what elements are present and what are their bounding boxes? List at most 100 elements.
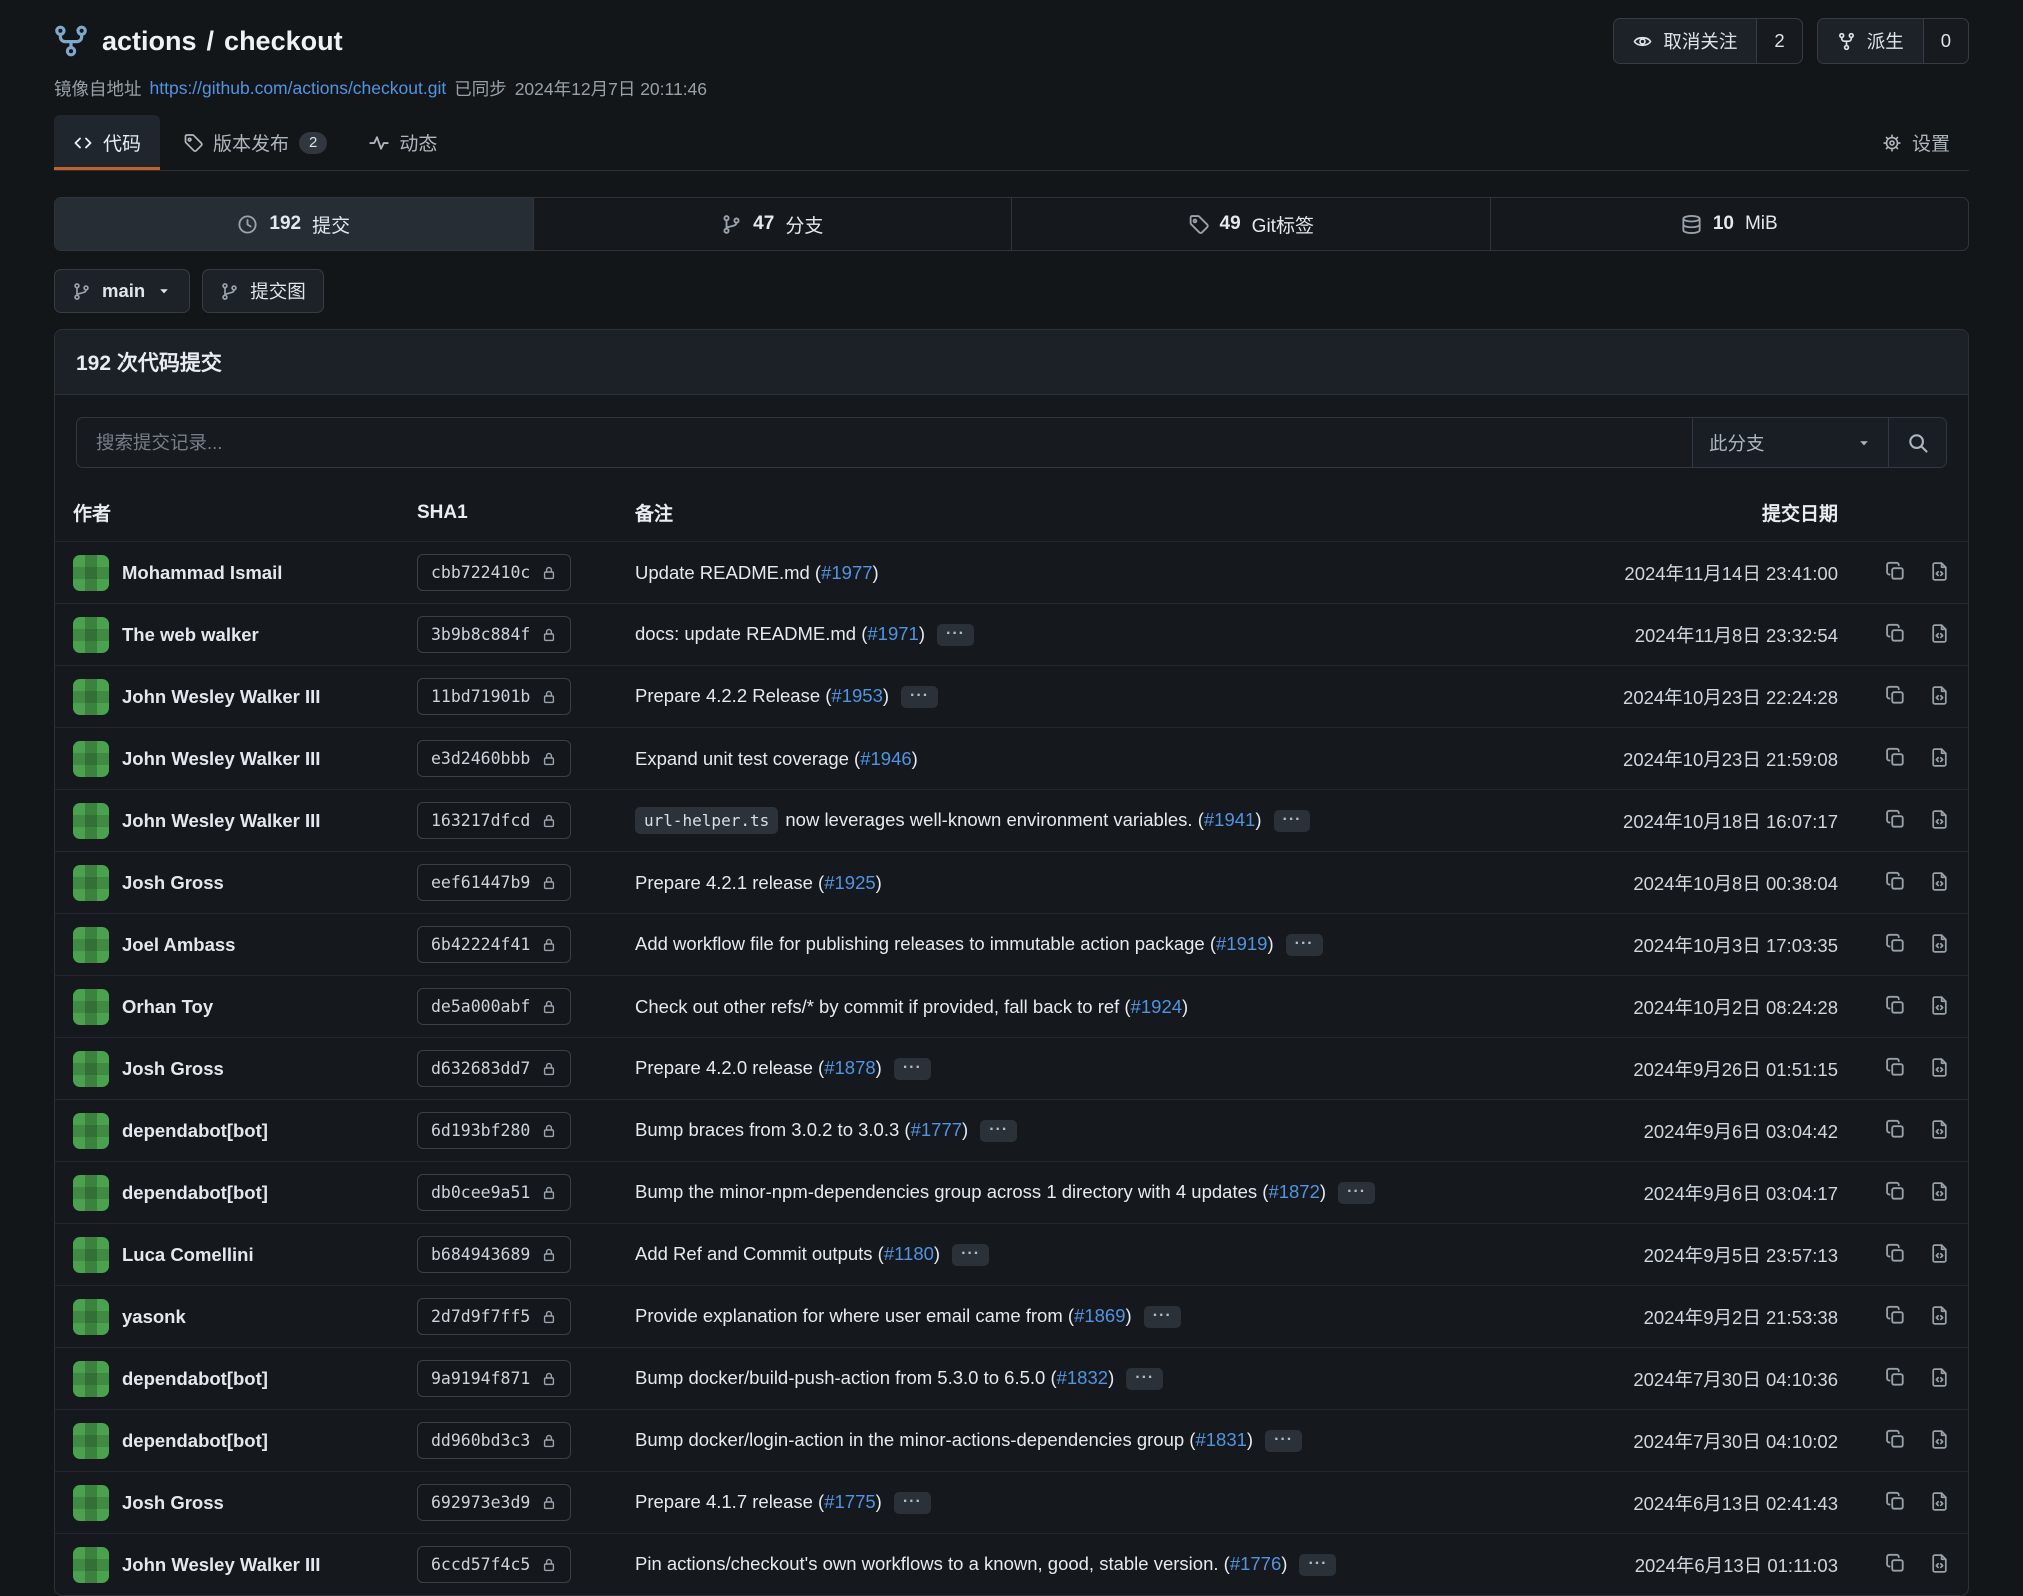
author-avatar[interactable] <box>73 1423 109 1459</box>
expand-commit-body-button[interactable]: ··· <box>952 1244 989 1267</box>
copy-sha-button[interactable] <box>1885 995 1906 1019</box>
expand-commit-body-button[interactable]: ··· <box>901 686 938 709</box>
pr-link[interactable]: #1924 <box>1131 996 1182 1017</box>
tab-activity[interactable]: 动态 <box>350 115 456 170</box>
view-source-button[interactable] <box>1929 685 1950 709</box>
view-source-button[interactable] <box>1929 1057 1950 1081</box>
view-source-button[interactable] <box>1929 1119 1950 1143</box>
branch-selector[interactable]: main <box>54 269 190 313</box>
sha-badge[interactable]: 6ccd57f4c5 <box>417 1546 571 1583</box>
commit-author-name[interactable]: dependabot[bot] <box>122 1430 268 1452</box>
commit-author-name[interactable]: Luca Comellini <box>122 1244 254 1266</box>
commit-author-name[interactable]: Joel Ambass <box>122 934 235 956</box>
tab-releases[interactable]: 版本发布 2 <box>164 115 346 170</box>
copy-sha-button[interactable] <box>1885 1429 1906 1453</box>
forks-count[interactable]: 0 <box>1923 19 1968 63</box>
author-avatar[interactable] <box>73 989 109 1025</box>
pr-link[interactable]: #1878 <box>824 1057 875 1078</box>
copy-sha-button[interactable] <box>1885 933 1906 957</box>
copy-sha-button[interactable] <box>1885 1057 1906 1081</box>
author-avatar[interactable] <box>73 1051 109 1087</box>
commit-author-name[interactable]: John Wesley Walker III <box>122 748 320 770</box>
sha-badge[interactable]: 6d193bf280 <box>417 1112 571 1149</box>
pr-link[interactable]: #1872 <box>1268 1181 1319 1202</box>
stat-size[interactable]: 10 MiB <box>1490 198 1969 250</box>
author-avatar[interactable] <box>73 1547 109 1583</box>
expand-commit-body-button[interactable]: ··· <box>1265 1430 1302 1453</box>
view-source-button[interactable] <box>1929 1243 1950 1267</box>
author-avatar[interactable] <box>73 1113 109 1149</box>
copy-sha-button[interactable] <box>1885 623 1906 647</box>
copy-sha-button[interactable] <box>1885 1181 1906 1205</box>
search-button[interactable] <box>1888 418 1946 467</box>
author-avatar[interactable] <box>73 927 109 963</box>
commit-author-name[interactable]: The web walker <box>122 624 259 646</box>
expand-commit-body-button[interactable]: ··· <box>1274 810 1311 833</box>
commit-author-name[interactable]: dependabot[bot] <box>122 1120 268 1142</box>
commit-author-name[interactable]: dependabot[bot] <box>122 1182 268 1204</box>
sha-badge[interactable]: 692973e3d9 <box>417 1484 571 1521</box>
watchers-count[interactable]: 2 <box>1756 19 1801 63</box>
author-avatar[interactable] <box>73 1299 109 1335</box>
commit-author-name[interactable]: dependabot[bot] <box>122 1368 268 1390</box>
copy-sha-button[interactable] <box>1885 685 1906 709</box>
view-source-button[interactable] <box>1929 809 1950 833</box>
copy-sha-button[interactable] <box>1885 1367 1906 1391</box>
pr-link[interactable]: #1953 <box>831 685 882 706</box>
copy-sha-button[interactable] <box>1885 1305 1906 1329</box>
repo-name-link[interactable]: checkout <box>224 26 343 57</box>
view-source-button[interactable] <box>1929 1491 1950 1515</box>
view-source-button[interactable] <box>1929 1429 1950 1453</box>
sha-badge[interactable]: cbb722410c <box>417 554 571 591</box>
copy-sha-button[interactable] <box>1885 1243 1906 1267</box>
mirror-url-link[interactable]: https://github.com/actions/checkout.git <box>150 78 447 99</box>
author-avatar[interactable] <box>73 1237 109 1273</box>
sha-badge[interactable]: e3d2460bbb <box>417 740 571 777</box>
pr-link[interactable]: #1946 <box>860 748 911 769</box>
commit-author-name[interactable]: John Wesley Walker III <box>122 1554 320 1576</box>
author-avatar[interactable] <box>73 865 109 901</box>
sha-badge[interactable]: b684943689 <box>417 1236 571 1273</box>
view-source-button[interactable] <box>1929 995 1950 1019</box>
copy-sha-button[interactable] <box>1885 1553 1906 1577</box>
tab-settings[interactable]: 设置 <box>1863 115 1969 170</box>
author-avatar[interactable] <box>73 617 109 653</box>
pr-link[interactable]: #1971 <box>867 623 918 644</box>
copy-sha-button[interactable] <box>1885 747 1906 771</box>
commit-search-input[interactable] <box>77 418 1692 467</box>
copy-sha-button[interactable] <box>1885 871 1906 895</box>
pr-link[interactable]: #1775 <box>824 1491 875 1512</box>
commit-author-name[interactable]: John Wesley Walker III <box>122 810 320 832</box>
tab-code[interactable]: 代码 <box>54 115 160 170</box>
copy-sha-button[interactable] <box>1885 561 1906 585</box>
expand-commit-body-button[interactable]: ··· <box>980 1120 1017 1143</box>
copy-sha-button[interactable] <box>1885 1491 1906 1515</box>
expand-commit-body-button[interactable]: ··· <box>1144 1306 1181 1329</box>
sha-badge[interactable]: 163217dfcd <box>417 802 571 839</box>
view-source-button[interactable] <box>1929 747 1950 771</box>
author-avatar[interactable] <box>73 555 109 591</box>
sha-badge[interactable]: d632683dd7 <box>417 1050 571 1087</box>
branch-filter-dropdown[interactable]: 此分支 <box>1692 418 1888 467</box>
pr-link[interactable]: #1776 <box>1230 1553 1281 1574</box>
author-avatar[interactable] <box>73 1175 109 1211</box>
view-source-button[interactable] <box>1929 933 1950 957</box>
pr-link[interactable]: #1919 <box>1216 933 1267 954</box>
stat-tags[interactable]: 49 Git标签 <box>1011 198 1490 250</box>
pr-link[interactable]: #1925 <box>824 872 875 893</box>
sha-badge[interactable]: 3b9b8c884f <box>417 616 571 653</box>
sha-badge[interactable]: 6b42224f41 <box>417 926 571 963</box>
sha-badge[interactable]: eef61447b9 <box>417 864 571 901</box>
commit-author-name[interactable]: Mohammad Ismail <box>122 562 282 584</box>
commit-graph-button[interactable]: 提交图 <box>202 269 324 313</box>
sha-badge[interactable]: 2d7d9f7ff5 <box>417 1298 571 1335</box>
commit-author-name[interactable]: yasonk <box>122 1306 186 1328</box>
view-source-button[interactable] <box>1929 1181 1950 1205</box>
sha-badge[interactable]: 11bd71901b <box>417 678 571 715</box>
commit-author-name[interactable]: Josh Gross <box>122 872 224 894</box>
author-avatar[interactable] <box>73 679 109 715</box>
expand-commit-body-button[interactable]: ··· <box>1126 1368 1163 1391</box>
expand-commit-body-button[interactable]: ··· <box>937 624 974 647</box>
view-source-button[interactable] <box>1929 561 1950 585</box>
repo-owner-link[interactable]: actions <box>102 26 197 57</box>
